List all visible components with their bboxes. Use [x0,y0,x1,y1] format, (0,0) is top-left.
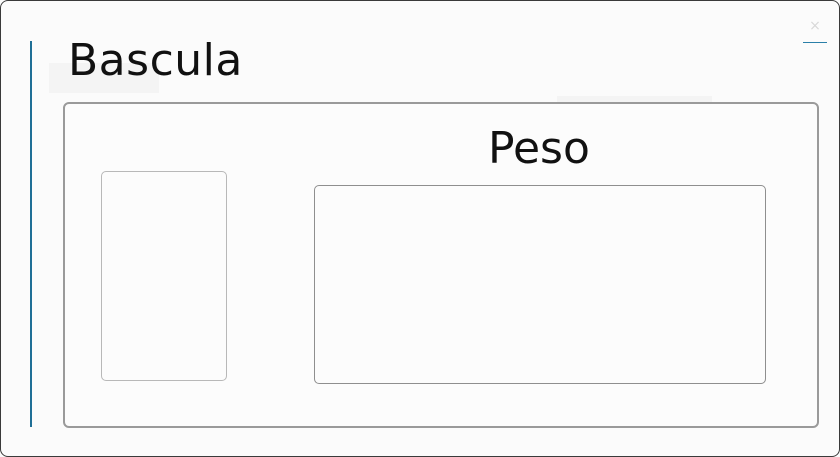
weight-display [314,185,766,384]
left-display-box [101,171,227,381]
dialog-title: Bascula [68,35,243,86]
close-icon[interactable]: × [803,15,827,43]
scale-dialog: × Bascula Peso [0,0,840,457]
weight-label: Peso [488,123,590,174]
accent-bar [30,41,32,427]
